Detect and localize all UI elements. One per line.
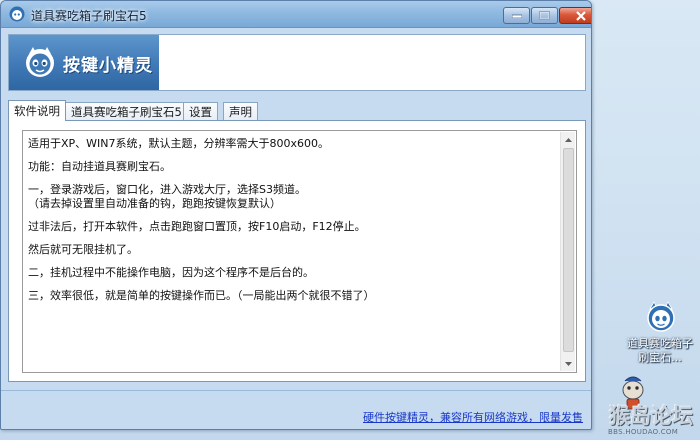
tab-settings[interactable]: 设置 [183, 102, 218, 120]
maximize-icon [539, 11, 550, 20]
tab-script[interactable]: 道具赛吃箱子刷宝石5 [65, 102, 188, 120]
description-line: （请去掉设置里自动准备的钩，跑跑按键恢复默认） [28, 197, 281, 210]
minimize-icon [511, 14, 522, 18]
description-line: 二，挂机过程中不能操作电脑，因为这个程序不是后台的。 [28, 266, 314, 279]
description-line: 功能：自动挂道具赛刷宝石。 [28, 160, 171, 173]
description-textbox[interactable]: 适用于XP、WIN7系统，默认主题，分辨率需大于800x600。 功能：自动挂道… [22, 130, 577, 373]
tab-statement[interactable]: 声明 [223, 102, 258, 120]
tab-software-description[interactable]: 软件说明 [8, 100, 66, 121]
description-line: 一，登录游戏后，窗口化，进入游戏大厅，选择S3频道。 [28, 183, 306, 196]
tab-panel: 适用于XP、WIN7系统，默认主题，分辨率需大于800x600。 功能：自动挂道… [8, 120, 586, 382]
brand-banner: 按键小精灵 [8, 34, 586, 91]
scroll-up-arrow-icon[interactable] [563, 134, 574, 145]
description-line: 三，效率很低，就是简单的按键操作而已。（一局能出两个就很不错了） [28, 289, 375, 302]
hardware-keyboard-promo-link[interactable]: 硬件按键精灵，兼容所有网络游戏，限量发售 [363, 409, 583, 425]
description-line: 过非法后，打开本软件，点击跑跑窗口置顶，按F10启动，F12停止。 [28, 220, 366, 233]
desktop-shortcut-icon[interactable] [645, 300, 677, 336]
description-text: 适用于XP、WIN7系统，默认主题，分辨率需大于800x600。 功能：自动挂道… [28, 137, 558, 303]
vertical-scrollbar[interactable] [560, 132, 575, 371]
title-bar[interactable]: 道具赛吃箱子刷宝石5 [1, 1, 591, 28]
brand-name: 按键小精灵 [63, 56, 153, 76]
desktop-shortcut-label[interactable]: 道具赛吃箱子 刷宝石... [612, 337, 700, 365]
watermark-text: 猴岛论坛 [609, 404, 693, 428]
footer-divider [1, 390, 591, 391]
desktop-shortcut-label-line: 刷宝石... [638, 351, 682, 364]
scroll-down-arrow-icon[interactable] [563, 358, 574, 369]
watermark-url: BBS.HOUDAO.COM [608, 428, 679, 436]
scroll-thumb[interactable] [563, 148, 574, 352]
app-window: 道具赛吃箱子刷宝石5 按键小精灵 软件说明 道具赛吃箱子刷宝石5 设置 声明 适… [0, 0, 592, 430]
window-title: 道具赛吃箱子刷宝石5 [31, 9, 147, 23]
close-icon [575, 10, 586, 21]
close-button[interactable] [559, 7, 591, 24]
desktop-shortcut-label-line: 道具赛吃箱子 [627, 337, 693, 350]
brand-logo: 按键小精灵 [9, 35, 159, 90]
maximize-button[interactable] [531, 7, 558, 24]
minimize-button[interactable] [503, 7, 530, 24]
description-line: 适用于XP、WIN7系统，默认主题，分辨率需大于800x600。 [28, 137, 330, 150]
app-mascot-icon [9, 6, 25, 22]
description-line: 然后就可无限挂机了。 [28, 243, 138, 256]
mascot-logo-icon [26, 47, 54, 77]
